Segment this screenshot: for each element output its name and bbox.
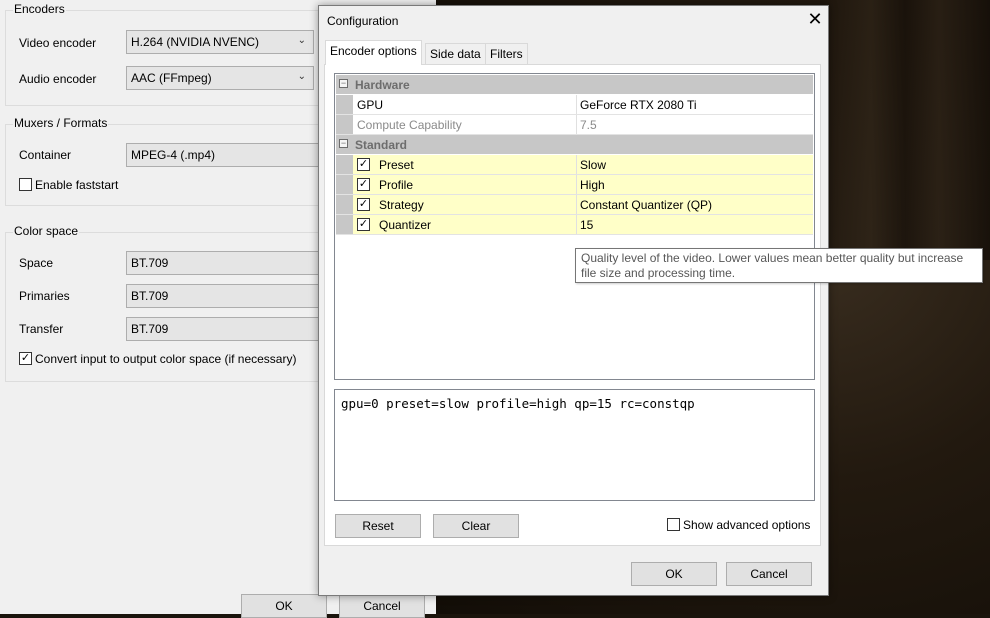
encoders-group: Encoders xyxy=(5,2,327,106)
convert-color-space-checkbox[interactable]: ✓ xyxy=(19,352,32,365)
property-value[interactable]: Slow xyxy=(580,158,606,172)
quantizer-tooltip: Quality level of the video. Lower values… xyxy=(575,248,983,283)
container-select[interactable]: MPEG-4 (.mp4) xyxy=(126,143,326,167)
primaries-label: Primaries xyxy=(19,289,70,303)
transfer-select[interactable]: BT.709 xyxy=(126,317,326,341)
row-gutter xyxy=(336,175,353,194)
category-hardware[interactable]: − Hardware xyxy=(336,75,813,94)
transfer-label: Transfer xyxy=(19,322,64,336)
property-value[interactable]: GeForce RTX 2080 Ti xyxy=(580,98,697,112)
container-value: MPEG-4 (.mp4) xyxy=(131,148,216,162)
audio-encoder-value: AAC (FFmpeg) xyxy=(131,71,212,85)
audio-encoder-label: Audio encoder xyxy=(19,72,97,86)
profile-checkbox[interactable]: ✓ xyxy=(357,178,370,191)
audio-encoder-select[interactable]: AAC (FFmpeg) ⌄ xyxy=(126,66,314,90)
encoders-group-title: Encoders xyxy=(13,2,66,16)
property-name: Profile xyxy=(379,178,414,192)
cancel-button[interactable]: Cancel xyxy=(339,594,425,618)
primaries-value: BT.709 xyxy=(131,289,169,303)
configuration-dialog: Configuration ✕ Encoder options Side dat… xyxy=(318,5,829,596)
reset-button[interactable]: Reset xyxy=(335,514,421,538)
dialog-ok-button[interactable]: OK xyxy=(631,562,717,586)
preset-checkbox[interactable]: ✓ xyxy=(357,158,370,171)
column-separator xyxy=(576,155,577,174)
row-gutter xyxy=(336,155,353,174)
advanced-options-label: Show advanced options xyxy=(683,518,811,532)
video-encoder-select[interactable]: H.264 (NVIDIA NVENC) ⌄ xyxy=(126,30,314,54)
space-value: BT.709 xyxy=(131,256,169,270)
property-name: Strategy xyxy=(379,198,424,212)
column-separator xyxy=(576,175,577,194)
property-name: Compute Capability xyxy=(357,118,462,132)
clear-button[interactable]: Clear xyxy=(433,514,519,538)
property-row[interactable]: Compute Capability 7.5 xyxy=(336,115,813,135)
primaries-select[interactable]: BT.709 xyxy=(126,284,326,308)
row-gutter xyxy=(336,95,353,114)
chevron-down-icon: ⌄ xyxy=(297,71,306,82)
column-separator xyxy=(576,215,577,234)
category-label: Hardware xyxy=(355,78,410,92)
collapse-icon[interactable]: − xyxy=(339,139,348,148)
property-name: GPU xyxy=(357,98,384,112)
property-value[interactable]: 15 xyxy=(580,218,593,232)
property-row[interactable]: ✓ Preset Slow xyxy=(336,155,813,175)
property-row[interactable]: ✓ Strategy Constant Quantizer (QP) xyxy=(336,195,813,215)
chevron-down-icon: ⌄ xyxy=(297,35,306,46)
faststart-checkbox[interactable] xyxy=(19,178,32,191)
transfer-value: BT.709 xyxy=(131,322,169,336)
property-row[interactable]: ✓ Quantizer 15 xyxy=(336,215,813,235)
strategy-checkbox[interactable]: ✓ xyxy=(357,198,370,211)
encoder-options-panel: − Hardware GPU GeForce RTX 2080 Ti Compu… xyxy=(324,64,821,546)
convert-color-space-label: Convert input to output color space (if … xyxy=(35,352,297,366)
muxers-group-title: Muxers / Formats xyxy=(13,116,109,130)
category-standard[interactable]: − Standard xyxy=(336,135,813,154)
space-select[interactable]: BT.709 xyxy=(126,251,326,275)
property-value[interactable]: High xyxy=(580,178,605,192)
space-label: Space xyxy=(19,256,54,270)
row-gutter xyxy=(336,215,353,234)
column-separator xyxy=(576,195,577,214)
tab-encoder-options[interactable]: Encoder options xyxy=(325,40,422,65)
tab-side-data[interactable]: Side data xyxy=(425,43,486,64)
property-row[interactable]: ✓ Profile High xyxy=(336,175,813,195)
property-name: Quantizer xyxy=(379,218,432,232)
property-value[interactable]: Constant Quantizer (QP) xyxy=(580,198,712,212)
tab-filters[interactable]: Filters xyxy=(485,43,528,64)
container-label: Container xyxy=(19,148,72,162)
video-encoder-value: H.264 (NVIDIA NVENC) xyxy=(131,35,260,49)
dialog-cancel-button[interactable]: Cancel xyxy=(726,562,812,586)
video-encoder-label: Video encoder xyxy=(19,36,97,50)
quantizer-checkbox[interactable]: ✓ xyxy=(357,218,370,231)
category-label: Standard xyxy=(355,138,408,152)
background-trees xyxy=(820,0,990,260)
color-space-group-title: Color space xyxy=(13,224,80,238)
property-name: Preset xyxy=(379,158,414,172)
property-value: 7.5 xyxy=(580,118,597,132)
close-icon[interactable]: ✕ xyxy=(805,10,825,30)
dialog-title: Configuration xyxy=(327,14,399,28)
row-gutter xyxy=(336,195,353,214)
ok-button[interactable]: OK xyxy=(241,594,327,618)
advanced-options-checkbox[interactable] xyxy=(667,518,680,531)
property-grid[interactable]: − Hardware GPU GeForce RTX 2080 Ti Compu… xyxy=(334,73,815,380)
column-separator xyxy=(576,115,577,134)
collapse-icon[interactable]: − xyxy=(339,79,348,88)
property-row[interactable]: GPU GeForce RTX 2080 Ti xyxy=(336,95,813,115)
column-separator xyxy=(576,95,577,114)
row-gutter xyxy=(336,115,353,134)
command-line-textbox[interactable]: gpu=0 preset=slow profile=high qp=15 rc=… xyxy=(334,389,815,501)
faststart-label: Enable faststart xyxy=(35,178,119,192)
